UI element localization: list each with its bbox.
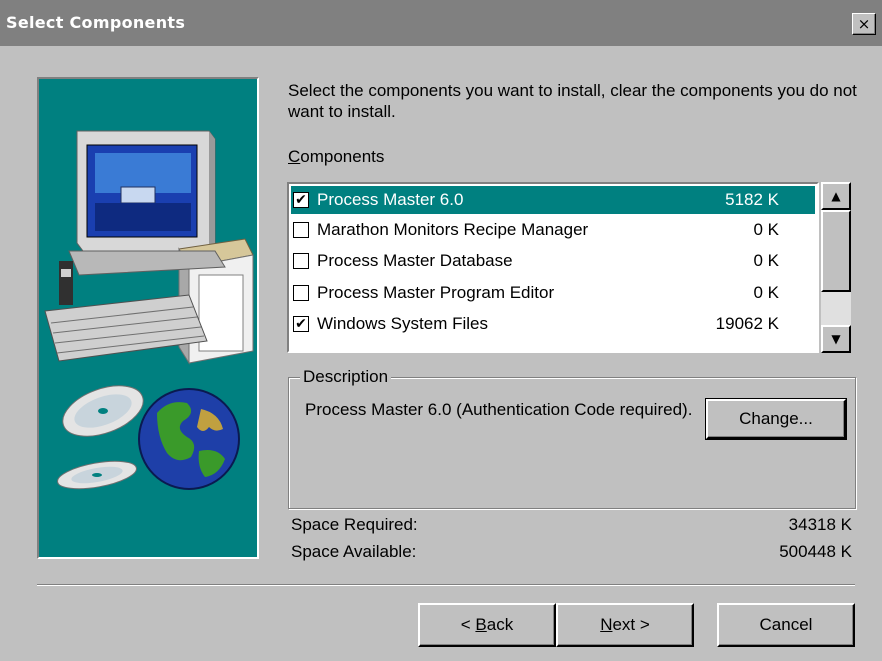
space-available-label: Space Available: (291, 542, 417, 561)
setup-illustration-panel (37, 77, 259, 559)
back-label-rest: ack (486, 615, 514, 634)
back-arrow-icon: < (460, 615, 476, 634)
component-name: Process Master Program Editor (317, 283, 555, 302)
components-label-mnemonic: C (288, 147, 301, 166)
close-icon[interactable]: × (852, 13, 876, 35)
cd-disc-icon (57, 385, 144, 490)
space-required-value: 34318 K (788, 515, 852, 534)
list-item[interactable]: Marathon Monitors Recipe Manager 0 K (291, 216, 815, 244)
checkbox[interactable]: ✔ (293, 192, 309, 208)
checkbox[interactable] (293, 253, 309, 269)
computer-illustration (44, 130, 254, 490)
component-name: Marathon Monitors Recipe Manager (317, 220, 589, 239)
space-required-label: Space Required: (291, 515, 418, 534)
component-name: Process Master 6.0 (317, 190, 464, 209)
component-size: 0 K (753, 220, 779, 239)
window-title: Select Components (6, 13, 186, 32)
checkbox[interactable]: ✔ (293, 316, 309, 332)
components-label: Components (288, 147, 384, 167)
scroll-up-arrow-icon[interactable]: ▲ (821, 182, 851, 210)
divider (37, 584, 855, 586)
components-list[interactable]: ✔ Process Master 6.0 5182 K Marathon Mon… (287, 182, 819, 353)
cancel-button[interactable]: Cancel (717, 603, 855, 647)
checkbox-check-icon: ✔ (295, 316, 307, 332)
globe-icon (138, 388, 240, 490)
list-item[interactable]: Process Master Program Editor 0 K (291, 279, 815, 307)
description-group (288, 377, 856, 509)
checkbox[interactable] (293, 222, 309, 238)
list-item[interactable]: ✔ Windows System Files 19062 K (291, 310, 815, 338)
monitor-graphic (76, 130, 216, 252)
scroll-thumb[interactable] (821, 210, 851, 292)
back-mnemonic: B (475, 615, 487, 634)
checkbox[interactable] (293, 285, 309, 301)
space-available-value: 500448 K (779, 542, 852, 561)
back-button[interactable]: < Back (418, 603, 556, 647)
component-size: 19062 K (715, 314, 779, 333)
component-name: Windows System Files (317, 314, 488, 333)
change-button[interactable]: Change... (705, 398, 847, 440)
next-mnemonic: N (600, 615, 613, 634)
component-name: Process Master Database (317, 251, 513, 270)
description-text: Process Master 6.0 (Authentication Code … (305, 400, 693, 419)
component-size: 0 K (753, 251, 779, 270)
component-size: 0 K (753, 283, 779, 302)
components-label-rest: omponents (300, 147, 385, 166)
next-button[interactable]: Next > (556, 603, 694, 647)
description-legend: Description (300, 367, 392, 387)
title-bar: Select Components × (0, 0, 882, 46)
components-scrollbar[interactable]: ▲ ▼ (821, 182, 851, 353)
scroll-down-arrow-icon[interactable]: ▼ (821, 325, 851, 353)
list-item[interactable]: ✔ Process Master 6.0 5182 K (291, 186, 815, 214)
next-arrow-icon: > (635, 615, 650, 634)
checkbox-check-icon: ✔ (295, 192, 307, 208)
next-label-rest: ext (612, 615, 636, 634)
component-size: 5182 K (725, 190, 779, 209)
list-item[interactable]: Process Master Database 0 K (291, 247, 815, 275)
instruction-text: Select the components you want to instal… (288, 81, 857, 121)
